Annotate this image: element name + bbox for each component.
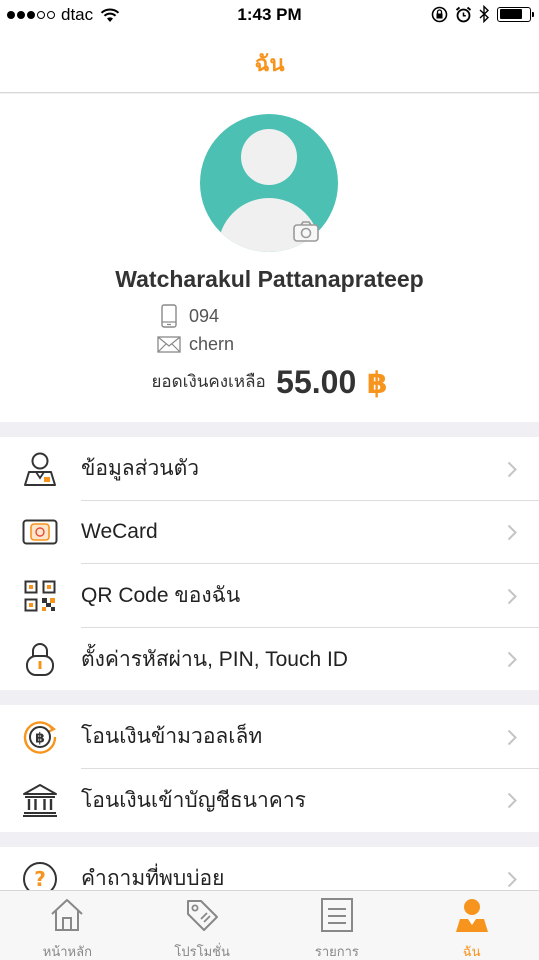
- menu-label-security-settings: ตั้งค่ารหัสผ่าน, PIN, Touch ID: [81, 647, 348, 671]
- rotation-lock-icon: [431, 6, 448, 22]
- menu-item-transfer-bank[interactable]: โอนเงินเข้าบัญชีธนาคาร: [0, 769, 539, 833]
- chevron-right-icon: [507, 525, 517, 541]
- menu-label-transfer-bank: โอนเงินเข้าบัญชีธนาคาร: [81, 788, 306, 812]
- menu-item-security-settings[interactable]: ตั้งค่ารหัสผ่าน, PIN, Touch ID: [0, 628, 539, 692]
- tab-transactions[interactable]: รายการ: [270, 891, 405, 960]
- balance-label: ยอดเงินคงเหลือ: [151, 372, 266, 391]
- phone-redaction: [227, 306, 323, 326]
- menu-label-faq: คำถามที่พบบ่อย: [81, 867, 225, 891]
- nav-bar: ฉัน: [0, 30, 539, 93]
- menu-label-wecard: WeCard: [81, 520, 158, 544]
- screen: dtac 1:43 PM ฉัน Watcharakul Pattanaprat…: [0, 0, 539, 960]
- email-address: chern: [189, 334, 235, 354]
- chevron-right-icon: [507, 871, 517, 887]
- tab-label-me: ฉัน: [462, 944, 481, 959]
- tab-promotions[interactable]: โปรโมชั่น: [135, 891, 270, 960]
- wallet-transfer-icon: ฿: [23, 721, 57, 754]
- mobile-phone-icon: [161, 304, 177, 328]
- tab-label-home: หน้าหลัก: [42, 944, 92, 959]
- tab-bar: หน้าหลัก โปรโมชั่น รายการ ฉัน: [0, 890, 539, 960]
- tab-label-transactions: รายการ: [314, 944, 359, 959]
- balance: ยอดเงินคงเหลือ 55.00 ฿: [0, 364, 539, 401]
- user-icon: [455, 899, 488, 932]
- phone-number: 094: [189, 305, 220, 326]
- user-profile-icon: [24, 452, 56, 486]
- bank-icon: [23, 784, 57, 818]
- tab-home[interactable]: หน้าหลัก: [0, 891, 135, 960]
- profile-section: Watcharakul Pattanaprateep 094 chern ยอด…: [0, 94, 539, 422]
- question-icon: ?: [23, 861, 57, 891]
- tag-icon: [187, 900, 219, 931]
- menu-item-faq[interactable]: ? คำถามที่พบบ่อย: [0, 847, 539, 891]
- battery-icon: [497, 6, 534, 22]
- status-right: [431, 5, 534, 23]
- bluetooth-icon: [479, 5, 490, 23]
- email-row: chern: [152, 334, 383, 355]
- list-icon: [320, 898, 353, 932]
- svg-text:฿: ฿: [35, 730, 45, 746]
- phone-row: 094: [152, 304, 323, 328]
- profile-name: Watcharakul Pattanaprateep: [115, 266, 424, 292]
- email-redaction: [242, 334, 383, 355]
- transfer-menu: ฿ โอนเงินข้ามวอลเล็ท โอนเงินเข้าบัญชีธนา…: [0, 705, 539, 832]
- chevron-right-icon: [507, 729, 517, 745]
- chevron-right-icon: [507, 652, 517, 668]
- home-icon: [51, 899, 84, 931]
- qr-code-icon: [24, 580, 56, 612]
- tab-me[interactable]: ฉัน: [404, 891, 539, 960]
- svg-text:?: ?: [34, 867, 46, 891]
- padlock-icon: [26, 643, 54, 677]
- alarm-icon: [455, 6, 472, 22]
- status-bar: dtac 1:43 PM: [0, 0, 539, 30]
- account-menu: ข้อมูลส่วนตัว WeCard QR Code ของฉัน ตั้ง…: [0, 437, 539, 690]
- help-menu: ? คำถามที่พบบ่อย: [0, 847, 539, 891]
- chevron-right-icon: [507, 461, 517, 477]
- menu-label-qr-code: QR Code ของฉัน: [81, 584, 241, 608]
- chevron-right-icon: [507, 793, 517, 809]
- balance-amount: 55.00: [276, 364, 357, 400]
- wecard-icon: [22, 519, 58, 545]
- menu-item-wecard[interactable]: WeCard: [0, 501, 539, 564]
- chevron-right-icon: [507, 588, 517, 604]
- menu-item-transfer-wallet[interactable]: ฿ โอนเงินข้ามวอลเล็ท: [0, 705, 539, 769]
- menu-item-personal-info[interactable]: ข้อมูลส่วนตัว: [0, 437, 539, 501]
- tab-label-promotions: โปรโมชั่น: [174, 944, 230, 959]
- camera-icon[interactable]: [292, 220, 320, 244]
- menu-label-transfer-wallet: โอนเงินข้ามวอลเล็ท: [81, 725, 263, 749]
- envelope-icon: [157, 336, 181, 353]
- page-title: ฉัน: [254, 51, 285, 76]
- menu-label-personal-info: ข้อมูลส่วนตัว: [81, 457, 200, 481]
- menu-item-qr-code[interactable]: QR Code ของฉัน: [0, 564, 539, 628]
- baht-symbol: ฿: [366, 367, 388, 400]
